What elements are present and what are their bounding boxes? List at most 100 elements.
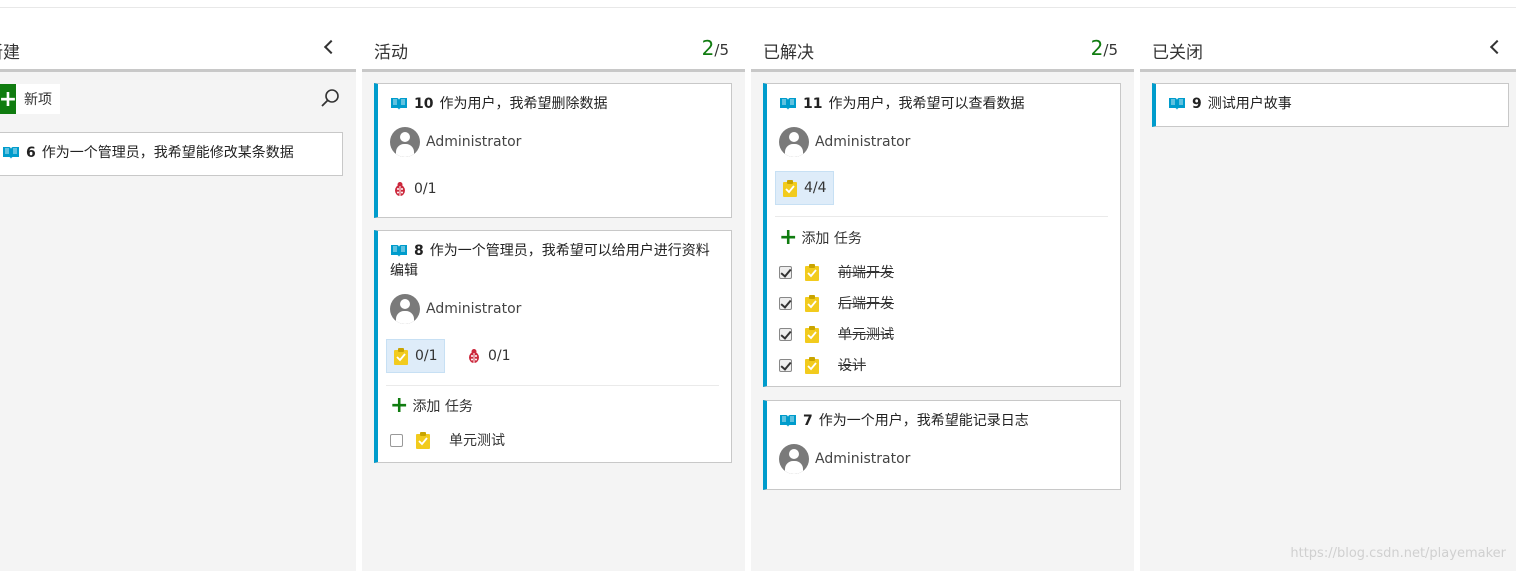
checkbox-icon[interactable] — [390, 433, 403, 447]
assignee[interactable]: Administrator — [779, 444, 910, 474]
task-clipboard-icon — [805, 295, 819, 312]
task-clipboard-icon — [805, 326, 819, 343]
plus-icon: + — [779, 225, 798, 250]
assignee[interactable]: Administrator — [390, 294, 521, 324]
card-id: 6 — [26, 145, 36, 161]
story-book-icon — [2, 146, 20, 160]
column-title: 活动 — [374, 43, 408, 63]
checkbox-icon[interactable] — [779, 327, 792, 341]
card-title: 8 作为一个管理员，我希望可以给用户进行资料编辑 — [390, 241, 719, 281]
column-body: 11 作为用户，我希望可以查看数据 Administrator 4/4 + 添加 … — [751, 72, 1134, 571]
task-item[interactable]: 前端开发 — [779, 262, 894, 282]
task-item[interactable]: 单元测试 — [390, 430, 505, 450]
bug-count: 0/1 — [414, 181, 437, 197]
search-icon[interactable] — [320, 88, 340, 108]
column-title: 新建 — [0, 43, 20, 63]
divider — [775, 216, 1108, 217]
column-header: 已关闭 — [1140, 28, 1516, 72]
bug-rollup[interactable]: 0/1 — [460, 340, 517, 372]
task-title: 单元测试 — [838, 327, 894, 343]
column-header: 新建 — [0, 28, 356, 72]
column-body: 9 测试用户故事 — [1140, 72, 1516, 571]
card-title: 11 作为用户，我希望可以查看数据 — [779, 94, 1108, 114]
task-count: 4/4 — [804, 180, 827, 196]
watermark: https://blog.csdn.net/playemaker — [1290, 546, 1506, 561]
card-id: 7 — [803, 413, 813, 429]
wip-current: 2 — [701, 36, 715, 60]
task-clipboard-icon — [805, 357, 819, 374]
checkbox-icon[interactable] — [779, 358, 792, 372]
task-rollup[interactable]: 0/1 — [386, 339, 445, 373]
add-task-button[interactable]: + 添加 任务 — [390, 393, 473, 418]
work-item-card[interactable]: 9 测试用户故事 — [1152, 83, 1509, 127]
story-book-icon — [390, 244, 408, 258]
checkbox-icon[interactable] — [779, 296, 792, 310]
bug-icon — [395, 182, 405, 196]
column-title: 已解决 — [763, 43, 814, 63]
card-title-text: 作为用户，我希望删除数据 — [439, 96, 608, 112]
avatar-icon — [779, 444, 809, 474]
plus-icon: + — [0, 84, 17, 114]
card-id: 10 — [414, 96, 434, 112]
divider — [386, 385, 719, 386]
task-rollup[interactable]: 4/4 — [775, 171, 834, 205]
new-item-button[interactable]: + 新项 — [0, 84, 60, 114]
chevron-left-icon[interactable] — [1489, 39, 1505, 55]
work-item-card[interactable]: 8 作为一个管理员，我希望可以给用户进行资料编辑 Administrator 0/… — [374, 230, 732, 463]
card-title: 10 作为用户，我希望删除数据 — [390, 94, 719, 114]
card-title-text: 作为一个用户，我希望能记录日志 — [818, 413, 1029, 429]
work-item-card[interactable]: 6 作为一个管理员，我希望能修改某条数据 — [0, 132, 343, 176]
story-book-icon — [779, 414, 797, 428]
task-title: 前端开发 — [838, 265, 894, 281]
assignee-name: Administrator — [426, 134, 522, 150]
bug-icon — [469, 349, 479, 363]
card-title: 7 作为一个用户，我希望能记录日志 — [779, 411, 1108, 431]
column-title: 已关闭 — [1152, 43, 1203, 63]
task-title: 设计 — [838, 358, 866, 374]
card-title-text: 作为一个管理员，我希望可以给用户进行资料编辑 — [390, 243, 710, 279]
assignee-name: Administrator — [815, 134, 911, 150]
column-body: + 新项 6 作为一个管理员，我希望能修改某条数据 — [0, 72, 356, 571]
work-item-card[interactable]: 10 作为用户，我希望删除数据 Administrator 0/1 — [374, 83, 732, 218]
column-header: 活动 2/5 — [362, 28, 745, 72]
story-book-icon — [390, 97, 408, 111]
card-id: 9 — [1192, 96, 1202, 112]
plus-icon: + — [390, 393, 409, 418]
column-new: 新建 + 新项 6 作为一个管理员，我希望能修改某条数据 — [0, 28, 356, 571]
top-divider — [0, 7, 1516, 8]
add-task-button[interactable]: + 添加 任务 — [779, 225, 862, 250]
assignee-name: Administrator — [426, 301, 522, 317]
column-active: 活动 2/5 10 作为用户，我希望删除数据 Administrator 0/1 … — [362, 28, 745, 571]
avatar-icon — [390, 294, 420, 324]
task-clipboard-icon — [416, 432, 430, 449]
wip-count: 2/5 — [1091, 36, 1118, 60]
work-item-card[interactable]: 11 作为用户，我希望可以查看数据 Administrator 4/4 + 添加 … — [763, 83, 1121, 387]
add-task-label: 添加 任务 — [801, 231, 862, 247]
bug-count: 0/1 — [488, 348, 511, 364]
avatar-icon — [779, 127, 809, 157]
column-resolved: 已解决 2/5 11 作为用户，我希望可以查看数据 Administrator 4… — [751, 28, 1134, 571]
card-title-text: 测试用户故事 — [1207, 96, 1292, 112]
task-item[interactable]: 设计 — [779, 355, 866, 375]
bug-rollup[interactable]: 0/1 — [386, 173, 443, 205]
task-item[interactable]: 后端开发 — [779, 293, 894, 313]
story-book-icon — [779, 97, 797, 111]
assignee[interactable]: Administrator — [390, 127, 521, 157]
task-title: 后端开发 — [838, 296, 894, 312]
work-item-card[interactable]: 7 作为一个用户，我希望能记录日志 Administrator — [763, 400, 1121, 490]
card-id: 11 — [803, 96, 823, 112]
wip-current: 2 — [1090, 36, 1104, 60]
checkbox-icon[interactable] — [779, 265, 792, 279]
task-title: 单元测试 — [449, 433, 505, 449]
task-item[interactable]: 单元测试 — [779, 324, 894, 344]
add-task-label: 添加 任务 — [412, 399, 473, 415]
chevron-left-icon[interactable] — [323, 39, 339, 55]
task-clipboard-icon — [805, 264, 819, 281]
column-body: 10 作为用户，我希望删除数据 Administrator 0/1 8 作为一个管理… — [362, 72, 745, 571]
card-title-text: 作为用户，我希望可以查看数据 — [828, 96, 1025, 112]
task-clipboard-icon — [783, 180, 797, 197]
avatar-icon — [390, 127, 420, 157]
new-item-label: 新项 — [24, 92, 52, 108]
assignee[interactable]: Administrator — [779, 127, 910, 157]
wip-count: 2/5 — [702, 36, 729, 60]
